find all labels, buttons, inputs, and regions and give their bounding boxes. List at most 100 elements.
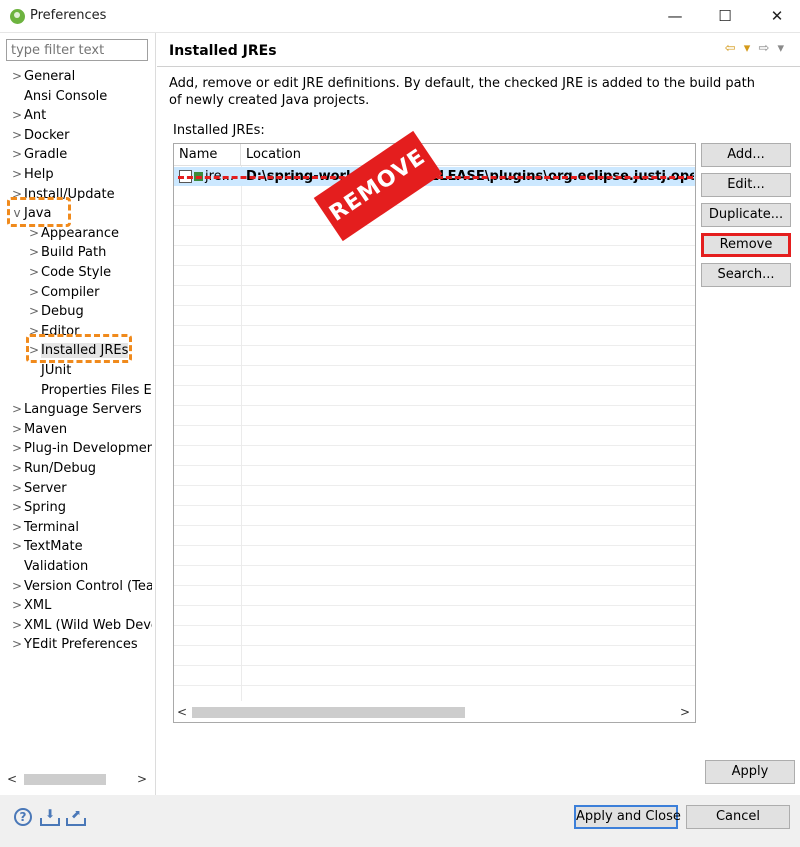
column-divider: [241, 166, 242, 701]
tree-item[interactable]: > Code Style: [27, 263, 111, 282]
tree-item[interactable]: Validation: [10, 557, 88, 576]
tree-item-label: Maven: [24, 421, 68, 437]
tree-item[interactable]: > TextMate: [10, 537, 83, 556]
column-header-name[interactable]: Name: [174, 144, 241, 166]
tree-item-label: Version Control (Tea: [24, 578, 152, 594]
page-description: Add, remove or edit JRE definitions. By …: [169, 76, 755, 108]
chevron-right-icon[interactable]: >: [10, 635, 24, 654]
tree-item[interactable]: > Version Control (Tea: [10, 577, 152, 596]
tree-item[interactable]: > Compiler: [27, 283, 100, 302]
minimize-button[interactable]: —: [660, 4, 690, 28]
tree-item[interactable]: > Gradle: [10, 145, 67, 164]
chevron-right-icon[interactable]: >: [10, 616, 24, 635]
chevron-right-icon[interactable]: >: [10, 518, 24, 537]
search-button[interactable]: Search...: [701, 263, 791, 287]
tree-item[interactable]: > Debug: [27, 302, 84, 321]
tree-item-label: Terminal: [24, 519, 79, 535]
chevron-right-icon[interactable]: >: [10, 106, 24, 125]
dialog-button-bar: ? ⬇ ⬈ Apply and Close Cancel: [0, 795, 800, 847]
tree-item[interactable]: Ansi Console: [10, 87, 107, 106]
tree-item-label: XML (Wild Web Deve: [24, 617, 152, 633]
tree-item-label: Language Servers: [24, 402, 142, 418]
tree-item[interactable]: > YEdit Preferences: [10, 635, 138, 654]
spring-app-icon: [10, 9, 25, 24]
add-button[interactable]: Add...: [701, 143, 791, 167]
tree-item-label: XML: [24, 598, 52, 614]
close-button[interactable]: ✕: [762, 4, 792, 28]
chevron-right-icon[interactable]: >: [10, 165, 24, 184]
tree-item-label: TextMate: [24, 539, 83, 555]
table-scroll-left-icon[interactable]: <: [174, 702, 190, 722]
table-scroll-right-icon[interactable]: >: [677, 702, 693, 722]
tree-item[interactable]: > XML (Wild Web Deve: [10, 616, 152, 635]
preference-tree: > General Ansi Console > Ant > Docker > Gradle > H…: [0, 65, 152, 775]
help-icon[interactable]: ?: [14, 808, 32, 826]
chevron-right-icon[interactable]: >: [27, 263, 41, 282]
tree-item[interactable]: > Maven: [10, 420, 67, 439]
jre-table[interactable]: Name Location jre... D:\spring-work...4.…: [173, 143, 696, 723]
tree-item-label: Run/Debug: [24, 461, 97, 476]
chevron-right-icon[interactable]: >: [10, 67, 24, 86]
chevron-right-icon[interactable]: >: [27, 283, 41, 302]
import-icon[interactable]: ⬇: [40, 808, 60, 826]
maximize-button[interactable]: ☐: [710, 4, 740, 28]
table-scroll-thumb[interactable]: [192, 707, 465, 718]
chevron-right-icon[interactable]: >: [10, 420, 24, 439]
tree-item[interactable]: > Server: [10, 479, 67, 498]
tree-item-label: Ant: [24, 108, 47, 124]
tree-item-label: Docker: [24, 127, 70, 143]
scroll-left-arrow-icon[interactable]: <: [4, 770, 20, 788]
tree-item[interactable]: JUnit: [27, 361, 71, 380]
tree-item[interactable]: > Build Path: [27, 243, 106, 262]
apply-and-close-button[interactable]: Apply and Close: [574, 805, 681, 829]
cancel-button[interactable]: Cancel: [686, 805, 790, 829]
chevron-right-icon[interactable]: >: [10, 439, 24, 458]
column-header-location[interactable]: Location: [241, 144, 695, 166]
title-divider: [157, 66, 800, 67]
chevron-right-icon[interactable]: >: [10, 577, 24, 596]
tree-item-label: Spring: [24, 500, 66, 516]
tree-item-label: JUnit: [41, 363, 72, 378]
apply-button[interactable]: Apply: [705, 760, 795, 784]
title-bar: Preferences — ☐ ✕: [0, 0, 800, 33]
back-arrow-icon[interactable]: ⇦ ▾: [725, 41, 753, 56]
scroll-thumb[interactable]: [24, 774, 106, 785]
tree-item[interactable]: > Spring: [10, 498, 66, 517]
tree-item-label: Code Style: [41, 265, 112, 280]
duplicate-button[interactable]: Duplicate...: [701, 203, 791, 227]
chevron-right-icon[interactable]: >: [10, 498, 24, 517]
chevron-right-icon[interactable]: >: [10, 596, 24, 615]
chevron-right-icon[interactable]: >: [10, 479, 24, 498]
chevron-right-icon[interactable]: >: [10, 459, 24, 478]
chevron-right-icon[interactable]: >: [10, 126, 24, 145]
tree-item[interactable]: > Run/Debug: [10, 459, 96, 478]
chevron-right-icon[interactable]: >: [10, 145, 24, 164]
chevron-right-icon[interactable]: >: [27, 243, 41, 262]
window-title: Preferences: [30, 8, 107, 23]
installed-jres-label: Installed JREs:: [173, 123, 265, 138]
chevron-right-icon[interactable]: >: [27, 302, 41, 321]
tree-item[interactable]: > Terminal: [10, 518, 79, 537]
chevron-right-icon[interactable]: >: [10, 400, 24, 419]
edit-button[interactable]: Edit...: [701, 173, 791, 197]
tree-item[interactable]: > Docker: [10, 126, 70, 145]
tree-item[interactable]: > Ant: [10, 106, 46, 125]
tree-item-label: Plug-in Developmen: [24, 441, 152, 457]
page-title: Installed JREs: [169, 43, 277, 59]
chevron-right-icon[interactable]: >: [10, 537, 24, 556]
tree-item-label: Help: [24, 167, 54, 182]
tree-item-label: Debug: [41, 304, 84, 320]
tree-item[interactable]: > Help: [10, 165, 54, 184]
tree-horizontal-scrollbar[interactable]: < >: [4, 770, 152, 788]
tree-item[interactable]: > XML: [10, 596, 51, 615]
filter-input[interactable]: [6, 39, 148, 61]
table-horizontal-scrollbar[interactable]: < >: [174, 702, 695, 722]
tree-item[interactable]: > Plug-in Developmen: [10, 439, 152, 458]
export-icon[interactable]: ⬈: [66, 808, 86, 826]
remove-button[interactable]: Remove: [701, 233, 791, 257]
tree-item[interactable]: Properties Files Ec: [27, 381, 152, 400]
scroll-right-arrow-icon[interactable]: >: [134, 770, 150, 788]
forward-arrow-icon[interactable]: ⇨ ▾: [758, 41, 786, 56]
tree-item[interactable]: > Language Servers: [10, 400, 142, 419]
tree-item[interactable]: > General: [10, 67, 75, 86]
